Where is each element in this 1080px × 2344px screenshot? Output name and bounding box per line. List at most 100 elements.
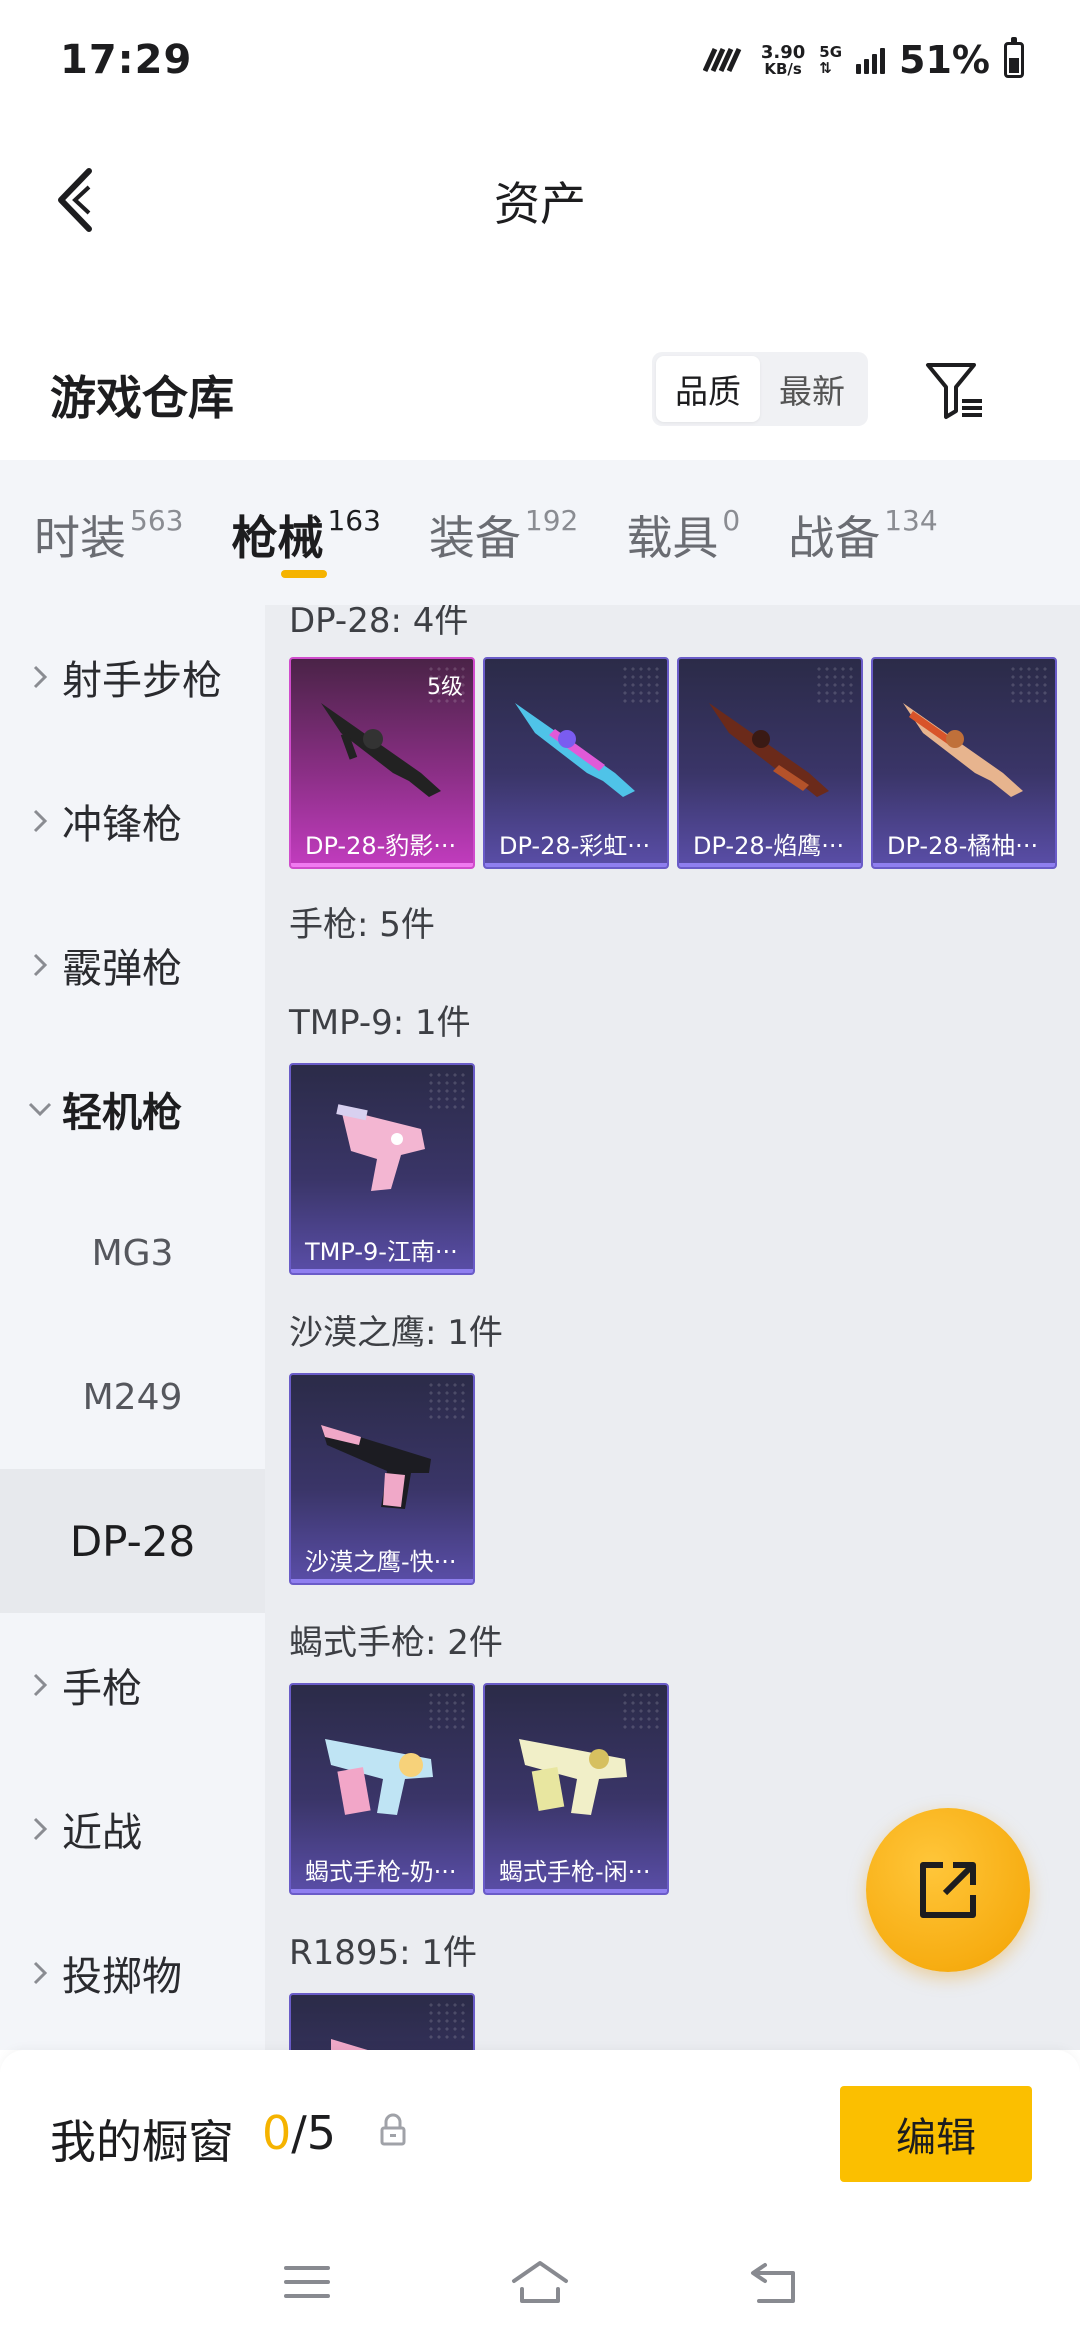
tab-equipment[interactable]: 装备 192	[429, 460, 578, 568]
group-title-pistols: 手枪: 5件	[289, 905, 435, 945]
tab-count: 563	[130, 504, 184, 537]
tab-supplies[interactable]: 战备 134	[788, 460, 937, 568]
sidebar-item-pistol[interactable]: 手枪	[0, 1613, 265, 1757]
chevron-right-icon	[22, 664, 58, 690]
warehouse-row: 游戏仓库 品质 最新	[0, 330, 1080, 450]
sort-quality-option[interactable]: 品质	[656, 356, 760, 422]
tab-firearms[interactable]: 枪械 163	[231, 460, 381, 578]
showcase-count-current: 0	[262, 2106, 292, 2160]
filter-button[interactable]	[920, 356, 990, 426]
tab-label: 战备	[788, 511, 881, 565]
smg-skin-image	[325, 1739, 433, 1815]
sidebar-subitem-dp28[interactable]: DP-28	[0, 1469, 265, 1613]
item-card[interactable]: 5级 DP-28-豹影···	[289, 657, 475, 869]
item-name: DP-28-焰鹰···	[693, 831, 845, 860]
sidebar-subitem-m249[interactable]: M249	[0, 1325, 265, 1469]
chevron-right-icon	[22, 808, 58, 834]
sidebar-item-label: 冲锋枪	[62, 802, 182, 848]
net-speed-value: 3.90	[760, 41, 806, 63]
weapon-type-sidebar: 射手步枪 冲锋枪 霰弹枪 轻机枪 MG3 M249 DP-28 手枪 近战 投掷…	[0, 605, 265, 2050]
showcase-bar: 我的橱窗 0/5 编辑	[0, 2050, 1080, 2220]
chevron-down-icon	[22, 1101, 58, 1117]
sidebar-item-shotgun[interactable]: 霰弹枪	[0, 893, 265, 1037]
item-level: 5级	[427, 675, 463, 700]
data-arrows-icon: ⇅	[819, 59, 832, 77]
item-name: DP-28-彩虹···	[499, 831, 651, 860]
net-speed: 3.90 KB/s	[760, 41, 806, 78]
smg-skin-image	[519, 1739, 627, 1815]
nav-home-button[interactable]	[495, 2242, 585, 2322]
item-card[interactable]	[289, 1993, 475, 2050]
status-icons: 3.90 KB/s 5G ⇅ 51%	[702, 37, 1024, 82]
tab-fashion[interactable]: 时装 563	[34, 460, 183, 568]
sidebar-item-label: 投掷物	[62, 1954, 182, 2000]
lmg-skin-image	[903, 703, 1023, 797]
item-card[interactable]: DP-28-彩虹···	[483, 657, 669, 869]
sidebar-item-marksman-rifle[interactable]: 射手步枪	[0, 605, 265, 749]
sidebar-item-label: 近战	[62, 1810, 142, 1856]
showcase-count: 0/5	[262, 2106, 336, 2160]
item-name: DP-28-橘柚···	[887, 831, 1039, 860]
group-title-r1895: R1895: 1件	[289, 1933, 478, 1973]
item-name: TMP-9-江南···	[305, 1237, 458, 1266]
item-card[interactable]: TMP-9-江南···	[289, 1063, 475, 1275]
menu-icon	[283, 2266, 330, 2298]
item-card[interactable]: DP-28-焰鹰···	[677, 657, 863, 869]
item-name: 蝎式手枪-奶···	[305, 1857, 457, 1886]
lock-icon	[380, 2113, 406, 2146]
sidebar-item-lmg[interactable]: 轻机枪	[0, 1037, 265, 1181]
group-title-tmp9: TMP-9: 1件	[289, 1003, 471, 1043]
net-speed-unit: KB/s	[764, 59, 802, 78]
chevron-right-icon	[22, 1672, 58, 1698]
revolver-skin-image	[331, 2039, 368, 2050]
status-time: 17:29	[60, 37, 193, 83]
item-card[interactable]: 沙漠之鹰-快···	[289, 1373, 475, 1585]
item-card[interactable]: 蝎式手枪-奶···	[289, 1683, 475, 1895]
group-title-desert-eagle: 沙漠之鹰: 1件	[289, 1313, 503, 1353]
sidebar-item-smg[interactable]: 冲锋枪	[0, 749, 265, 893]
item-name: 蝎式手枪-闲···	[499, 1857, 651, 1886]
item-name: 沙漠之鹰-快···	[305, 1547, 457, 1576]
network-type-label: 5G	[819, 42, 843, 61]
sidebar-subitem-mg3[interactable]: MG3	[0, 1181, 265, 1325]
lmg-skin-image	[515, 703, 635, 797]
tab-label: 装备	[428, 511, 521, 565]
sidebar-item-label: 霰弹枪	[62, 946, 182, 992]
signal-icon	[856, 46, 886, 74]
sort-newest-option[interactable]: 最新	[760, 356, 864, 422]
hd-voice-icon	[702, 47, 742, 73]
back-icon	[751, 2263, 796, 2303]
system-nav-bar	[0, 2220, 1080, 2344]
tab-count: 192	[524, 504, 579, 537]
showcase-title: 我的橱窗	[50, 2115, 234, 2169]
tab-active-indicator	[281, 570, 328, 578]
share-fab-button[interactable]	[866, 1808, 1030, 1972]
sidebar-item-label: 射手步枪	[62, 658, 222, 704]
sidebar-item-melee[interactable]: 近战	[0, 1757, 265, 1901]
tab-label: 时装	[34, 511, 126, 565]
share-external-icon	[920, 1862, 976, 1918]
tab-count: 134	[884, 504, 938, 537]
item-card[interactable]: DP-28-橘柚···	[871, 657, 1057, 869]
tab-count: 0	[722, 504, 741, 537]
item-card[interactable]: 蝎式手枪-闲···	[483, 1683, 669, 1895]
sort-toggle: 品质 最新	[652, 352, 868, 426]
sidebar-item-throwable[interactable]: 投掷物	[0, 1901, 265, 2045]
showcase-count-total: /5	[291, 2106, 337, 2160]
status-bar: 17:29 3.90 KB/s 5G ⇅ 51%	[0, 0, 1080, 120]
sidebar-item-label: 手枪	[62, 1666, 142, 1712]
nav-menu-button[interactable]	[262, 2242, 352, 2322]
filter-icon	[926, 363, 982, 419]
network-type: 5G ⇅	[819, 42, 843, 77]
tab-count: 163	[327, 504, 381, 537]
chevron-right-icon	[22, 1960, 58, 1986]
home-icon	[511, 2261, 568, 2303]
sidebar-item-label: 轻机枪	[62, 1090, 182, 1136]
edit-button[interactable]: 编辑	[840, 2086, 1032, 2182]
chevron-right-icon	[22, 952, 58, 978]
pistol-skin-image	[321, 1425, 431, 1509]
tab-label: 枪械	[231, 511, 324, 565]
nav-back-button[interactable]	[728, 2242, 818, 2322]
tab-label: 载具	[626, 511, 719, 565]
tab-vehicles[interactable]: 载具 0	[626, 460, 740, 568]
